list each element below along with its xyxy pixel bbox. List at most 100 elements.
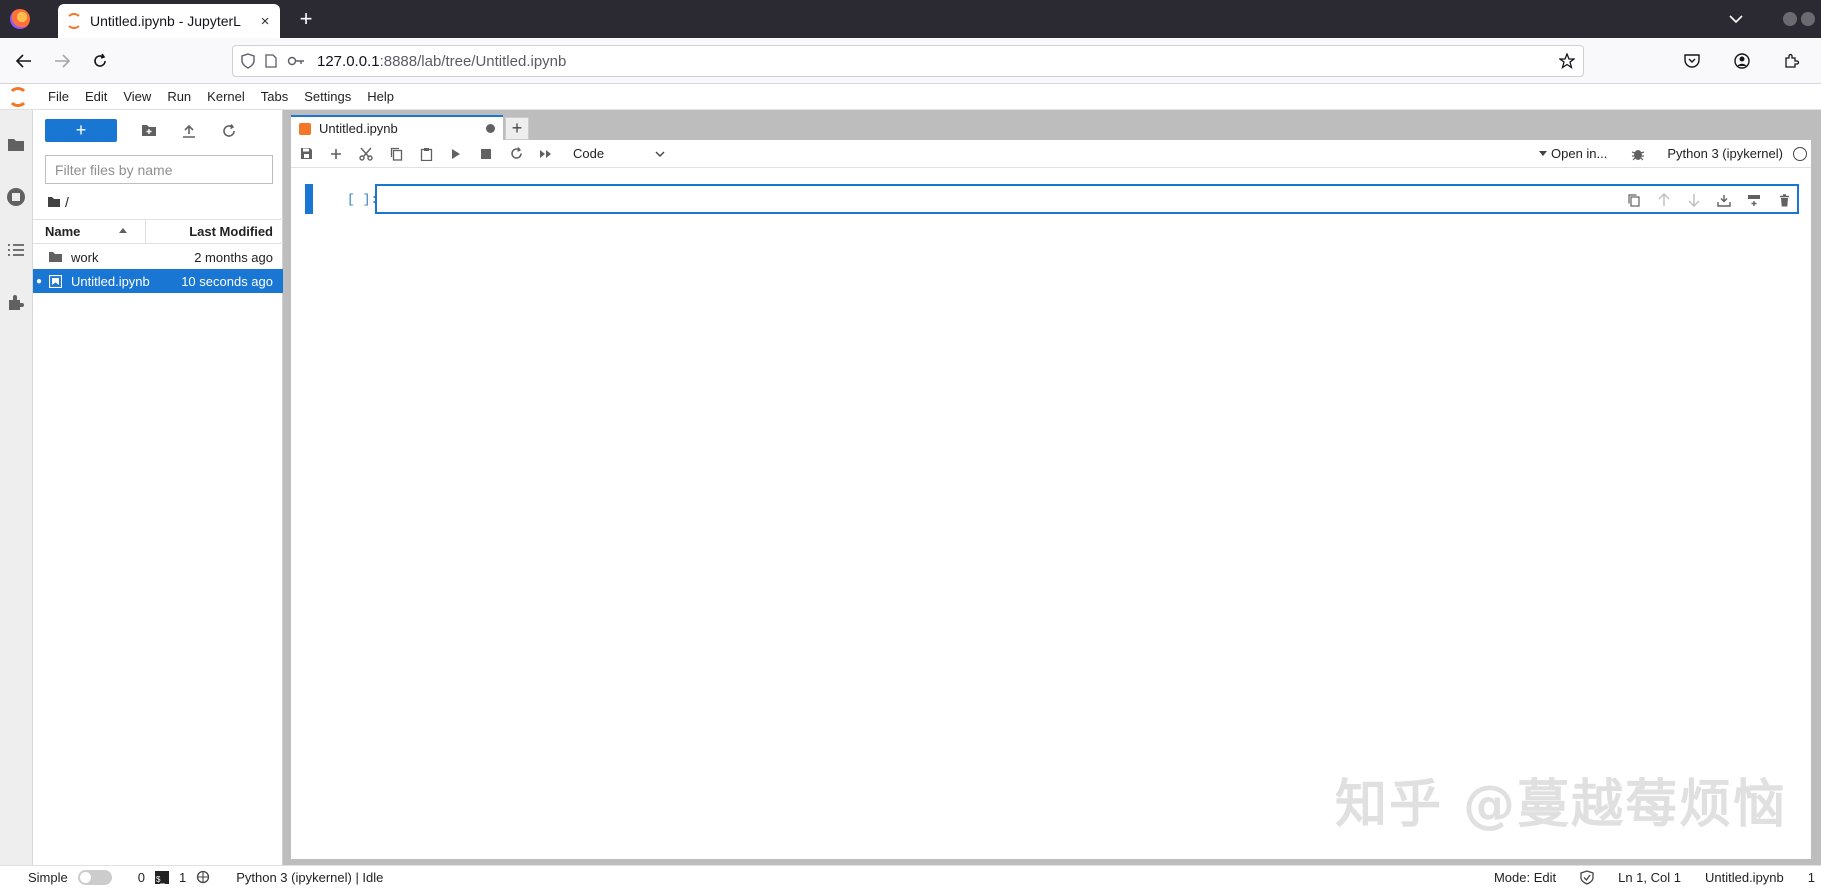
insert-above-icon[interactable] bbox=[1714, 191, 1734, 209]
terminal-icon: $_ bbox=[154, 870, 169, 884]
folder-icon bbox=[47, 249, 63, 265]
cursor-position[interactable]: Ln 1, Col 1 bbox=[1618, 870, 1681, 885]
shield-icon[interactable] bbox=[241, 53, 255, 69]
name-column-header[interactable]: Name bbox=[33, 220, 146, 243]
upload-icon[interactable] bbox=[179, 121, 199, 141]
window-maximize-icon[interactable] bbox=[1801, 12, 1815, 26]
simple-mode-toggle[interactable] bbox=[77, 869, 112, 885]
filter-files-input[interactable]: Filter files by name bbox=[45, 155, 273, 184]
menu-run[interactable]: Run bbox=[159, 89, 199, 104]
watermark-text: 知乎 @蔓越莓烦恼 bbox=[1335, 775, 1788, 835]
insert-cell-icon[interactable] bbox=[321, 140, 351, 168]
code-cell[interactable]: [ ]: bbox=[305, 184, 1805, 214]
status-bar: Simple 0 $_ 1 Python 3 (ipykernel) | Idl… bbox=[0, 865, 1821, 888]
menu-settings[interactable]: Settings bbox=[296, 89, 359, 104]
reload-icon[interactable] bbox=[81, 44, 119, 78]
cell-editor[interactable] bbox=[375, 184, 1799, 214]
extensions-icon[interactable] bbox=[1773, 44, 1811, 78]
pocket-icon[interactable] bbox=[1673, 44, 1711, 78]
cell-type-value: Code bbox=[573, 146, 605, 161]
key-icon[interactable] bbox=[287, 56, 305, 66]
menu-file[interactable]: File bbox=[40, 89, 77, 104]
file-modified: 2 months ago bbox=[194, 249, 273, 265]
insert-below-icon[interactable] bbox=[1744, 191, 1764, 209]
new-tab-button[interactable]: + bbox=[294, 6, 318, 32]
url-path: :8888/lab/tree/Untitled.ipynb bbox=[379, 52, 567, 70]
back-icon[interactable] bbox=[5, 44, 43, 78]
copy-icon[interactable] bbox=[381, 140, 411, 168]
home-folder-icon[interactable] bbox=[47, 196, 61, 208]
notebook-tab-icon bbox=[299, 122, 311, 135]
page-icon bbox=[265, 54, 277, 68]
notebook-icon bbox=[47, 273, 63, 289]
file-row-work[interactable]: work 2 months ago bbox=[33, 245, 283, 269]
move-up-icon[interactable] bbox=[1654, 191, 1674, 209]
kernel-name-button[interactable]: Python 3 (ipykernel) bbox=[1667, 146, 1783, 161]
notebook-toolbar: Code Open in... Python 3 (ipykernel) bbox=[291, 140, 1811, 168]
restart-icon[interactable] bbox=[501, 140, 531, 168]
shield-check-icon[interactable] bbox=[1580, 869, 1594, 885]
url-bar[interactable]: 127.0.0.1 :8888/lab/tree/Untitled.ipynb bbox=[232, 45, 1584, 77]
menu-edit[interactable]: Edit bbox=[77, 89, 115, 104]
file-modified: 10 seconds ago bbox=[181, 273, 273, 289]
browser-tab[interactable]: Untitled.ipynb - JupyterL × bbox=[58, 4, 280, 38]
current-filename: Untitled.ipynb bbox=[1704, 869, 1784, 885]
new-folder-icon[interactable] bbox=[139, 121, 159, 141]
stop-icon[interactable] bbox=[471, 140, 501, 168]
caret-down-icon bbox=[1539, 151, 1547, 156]
table-of-contents-icon[interactable] bbox=[6, 240, 26, 260]
jupyterlab-logo-icon bbox=[8, 86, 28, 107]
browser-tab-close-icon[interactable]: × bbox=[258, 13, 272, 30]
run-icon[interactable] bbox=[441, 140, 471, 168]
jupyter-favicon-icon bbox=[66, 13, 82, 29]
tab-label: Untitled.ipynb bbox=[319, 121, 398, 136]
kernel-status[interactable]: Python 3 (ipykernel) | Idle bbox=[236, 870, 383, 885]
extension-manager-icon[interactable] bbox=[6, 293, 26, 313]
last-modified-column-header[interactable]: Last Modified bbox=[146, 224, 283, 239]
debugger-bug-icon[interactable] bbox=[1631, 147, 1645, 161]
kernels-count[interactable]: 1 bbox=[179, 870, 186, 885]
folder-icon[interactable] bbox=[6, 134, 26, 154]
menu-kernel[interactable]: Kernel bbox=[199, 89, 253, 104]
cell-prompt: [ ]: bbox=[347, 192, 379, 207]
window-minimize-icon[interactable] bbox=[1783, 12, 1797, 26]
paste-icon[interactable] bbox=[411, 140, 441, 168]
add-tab-button[interactable]: + bbox=[505, 117, 529, 140]
open-in-label: Open in... bbox=[1551, 146, 1608, 161]
forward-icon[interactable] bbox=[43, 44, 81, 78]
firefox-icon[interactable] bbox=[10, 9, 30, 29]
account-icon[interactable] bbox=[1723, 44, 1761, 78]
terminals-count[interactable]: 0 bbox=[138, 870, 145, 885]
chevron-down-icon bbox=[655, 151, 665, 157]
file-name: work bbox=[71, 249, 99, 265]
delete-cell-icon[interactable] bbox=[1774, 191, 1794, 209]
menu-help[interactable]: Help bbox=[359, 89, 402, 104]
left-activity-bar bbox=[0, 110, 33, 865]
cell-collapser[interactable] bbox=[305, 184, 313, 214]
url-host: 127.0.0.1 bbox=[317, 52, 380, 70]
restart-run-all-icon[interactable] bbox=[531, 140, 561, 168]
open-in-button[interactable]: Open in... bbox=[1539, 146, 1607, 161]
menu-view[interactable]: View bbox=[115, 89, 159, 104]
tab-untitled-ipynb[interactable]: Untitled.ipynb bbox=[291, 115, 503, 140]
browser-tab-title: Untitled.ipynb - JupyterL bbox=[90, 13, 241, 29]
save-icon[interactable] bbox=[291, 140, 321, 168]
breadcrumb-root[interactable]: / bbox=[65, 194, 69, 210]
browser-tab-bar: Untitled.ipynb - JupyterL × + bbox=[0, 0, 1821, 38]
running-kernels-icon[interactable] bbox=[6, 187, 26, 207]
cut-icon[interactable] bbox=[351, 140, 381, 168]
unsaved-dot-icon[interactable] bbox=[486, 124, 495, 133]
move-down-icon[interactable] bbox=[1684, 191, 1704, 209]
kernel-sessions-icon[interactable] bbox=[196, 870, 210, 884]
new-launcher-button[interactable]: + bbox=[45, 119, 117, 142]
jupyter-menu-bar: File Edit View Run Kernel Tabs Settings … bbox=[0, 84, 1821, 110]
duplicate-cell-icon[interactable] bbox=[1624, 191, 1644, 209]
bookmark-star-icon[interactable] bbox=[1559, 53, 1575, 69]
running-indicator-icon: ● bbox=[35, 275, 43, 287]
menu-tabs[interactable]: Tabs bbox=[253, 89, 296, 104]
cell-type-select[interactable]: Code bbox=[573, 146, 665, 161]
file-row-untitled[interactable]: ● Untitled.ipynb 10 seconds ago bbox=[33, 269, 283, 293]
status-extra: 1 bbox=[1807, 869, 1815, 885]
tab-list-chevron-icon[interactable] bbox=[1729, 14, 1743, 24]
refresh-icon[interactable] bbox=[219, 121, 239, 141]
